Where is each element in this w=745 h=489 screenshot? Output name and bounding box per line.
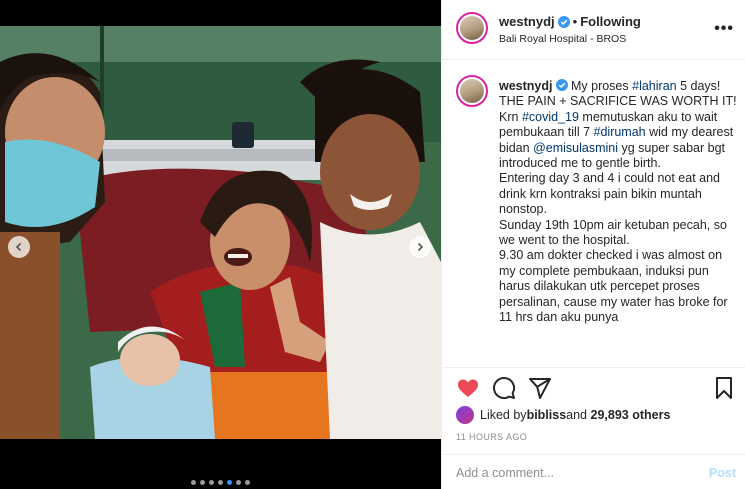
author-username[interactable]: westnydj: [499, 14, 555, 29]
caption-intro: My proses: [570, 79, 633, 93]
bookmark-icon[interactable]: [712, 376, 736, 400]
carousel-dot: [227, 480, 232, 485]
mention-emisulasmini[interactable]: @emisulasmini: [533, 141, 618, 155]
post-header: westnydj • Following Bali Royal Hospital…: [442, 0, 745, 60]
hashtag-dirumah[interactable]: #dirumah: [594, 125, 646, 139]
liker-username[interactable]: bibliss: [527, 408, 567, 422]
caption-worth-line: THE PAIN + SACRIFICE WAS WORTH IT!: [499, 94, 737, 109]
likes-count[interactable]: 29,893 others: [591, 408, 671, 422]
carousel-dot: [218, 480, 223, 485]
caption-username[interactable]: westnydj: [499, 79, 553, 93]
caption-author-avatar[interactable]: [456, 75, 488, 107]
header-separator: •: [572, 14, 578, 29]
carousel-dot: [191, 480, 196, 485]
carousel-dot: [236, 480, 241, 485]
hashtag-lahiran[interactable]: #lahiran: [632, 79, 676, 93]
instagram-post-modal: westnydj • Following Bali Royal Hospital…: [0, 0, 745, 489]
caption-days: 5 days!: [676, 79, 721, 93]
post-media-area: [0, 0, 441, 489]
likes-middle: and: [566, 408, 588, 422]
caption-section: westnydj My proses #lahiran 5 days! THE …: [442, 61, 745, 367]
carousel-dot: [245, 480, 250, 485]
post-caption: westnydj My proses #lahiran 5 days! THE …: [499, 79, 737, 326]
hashtag-covid[interactable]: #covid_19: [522, 110, 579, 124]
likes-prefix: Liked by: [480, 408, 527, 422]
likes-summary: Liked by bibliss and 29,893 others: [456, 404, 670, 426]
following-button[interactable]: Following: [580, 14, 641, 29]
paper-plane-icon[interactable]: [528, 376, 552, 400]
comment-input[interactable]: [456, 464, 686, 482]
chevron-right-icon: [417, 242, 424, 252]
carousel-prev-button[interactable]: [8, 236, 30, 258]
carousel-dot: [200, 480, 205, 485]
chevron-left-icon: [15, 242, 22, 252]
comment-icon[interactable]: [492, 376, 516, 400]
post-location[interactable]: Bali Royal Hospital - BROS: [499, 33, 626, 45]
post-timestamp[interactable]: 11 HOURS AGO: [456, 432, 527, 442]
caption-doctor: 9.30 am dokter checked i was almost on m…: [499, 248, 728, 325]
heart-icon[interactable]: [456, 376, 480, 400]
more-options-button[interactable]: •••: [714, 20, 734, 38]
post-comment-button[interactable]: Post: [709, 466, 736, 480]
post-photo[interactable]: [0, 22, 441, 439]
carousel-dot: [209, 480, 214, 485]
post-side-panel: westnydj • Following Bali Royal Hospital…: [441, 0, 745, 489]
action-bar: [442, 367, 745, 407]
comment-bar: Post: [442, 454, 745, 489]
author-avatar[interactable]: [456, 12, 488, 44]
carousel-indicator: [0, 480, 441, 485]
verified-badge-icon: [557, 15, 570, 28]
verified-badge-icon: [555, 79, 568, 91]
caption-krn: Krn: [499, 109, 522, 124]
header-line: westnydj • Following: [499, 14, 641, 29]
carousel-next-button[interactable]: [409, 236, 431, 258]
liker-avatar[interactable]: [456, 406, 474, 424]
caption-sunday: Sunday 19th 10pm air ketuban pecah, so w…: [499, 217, 727, 248]
caption-day3: Entering day 3 and 4 i could not eat and…: [499, 171, 720, 217]
